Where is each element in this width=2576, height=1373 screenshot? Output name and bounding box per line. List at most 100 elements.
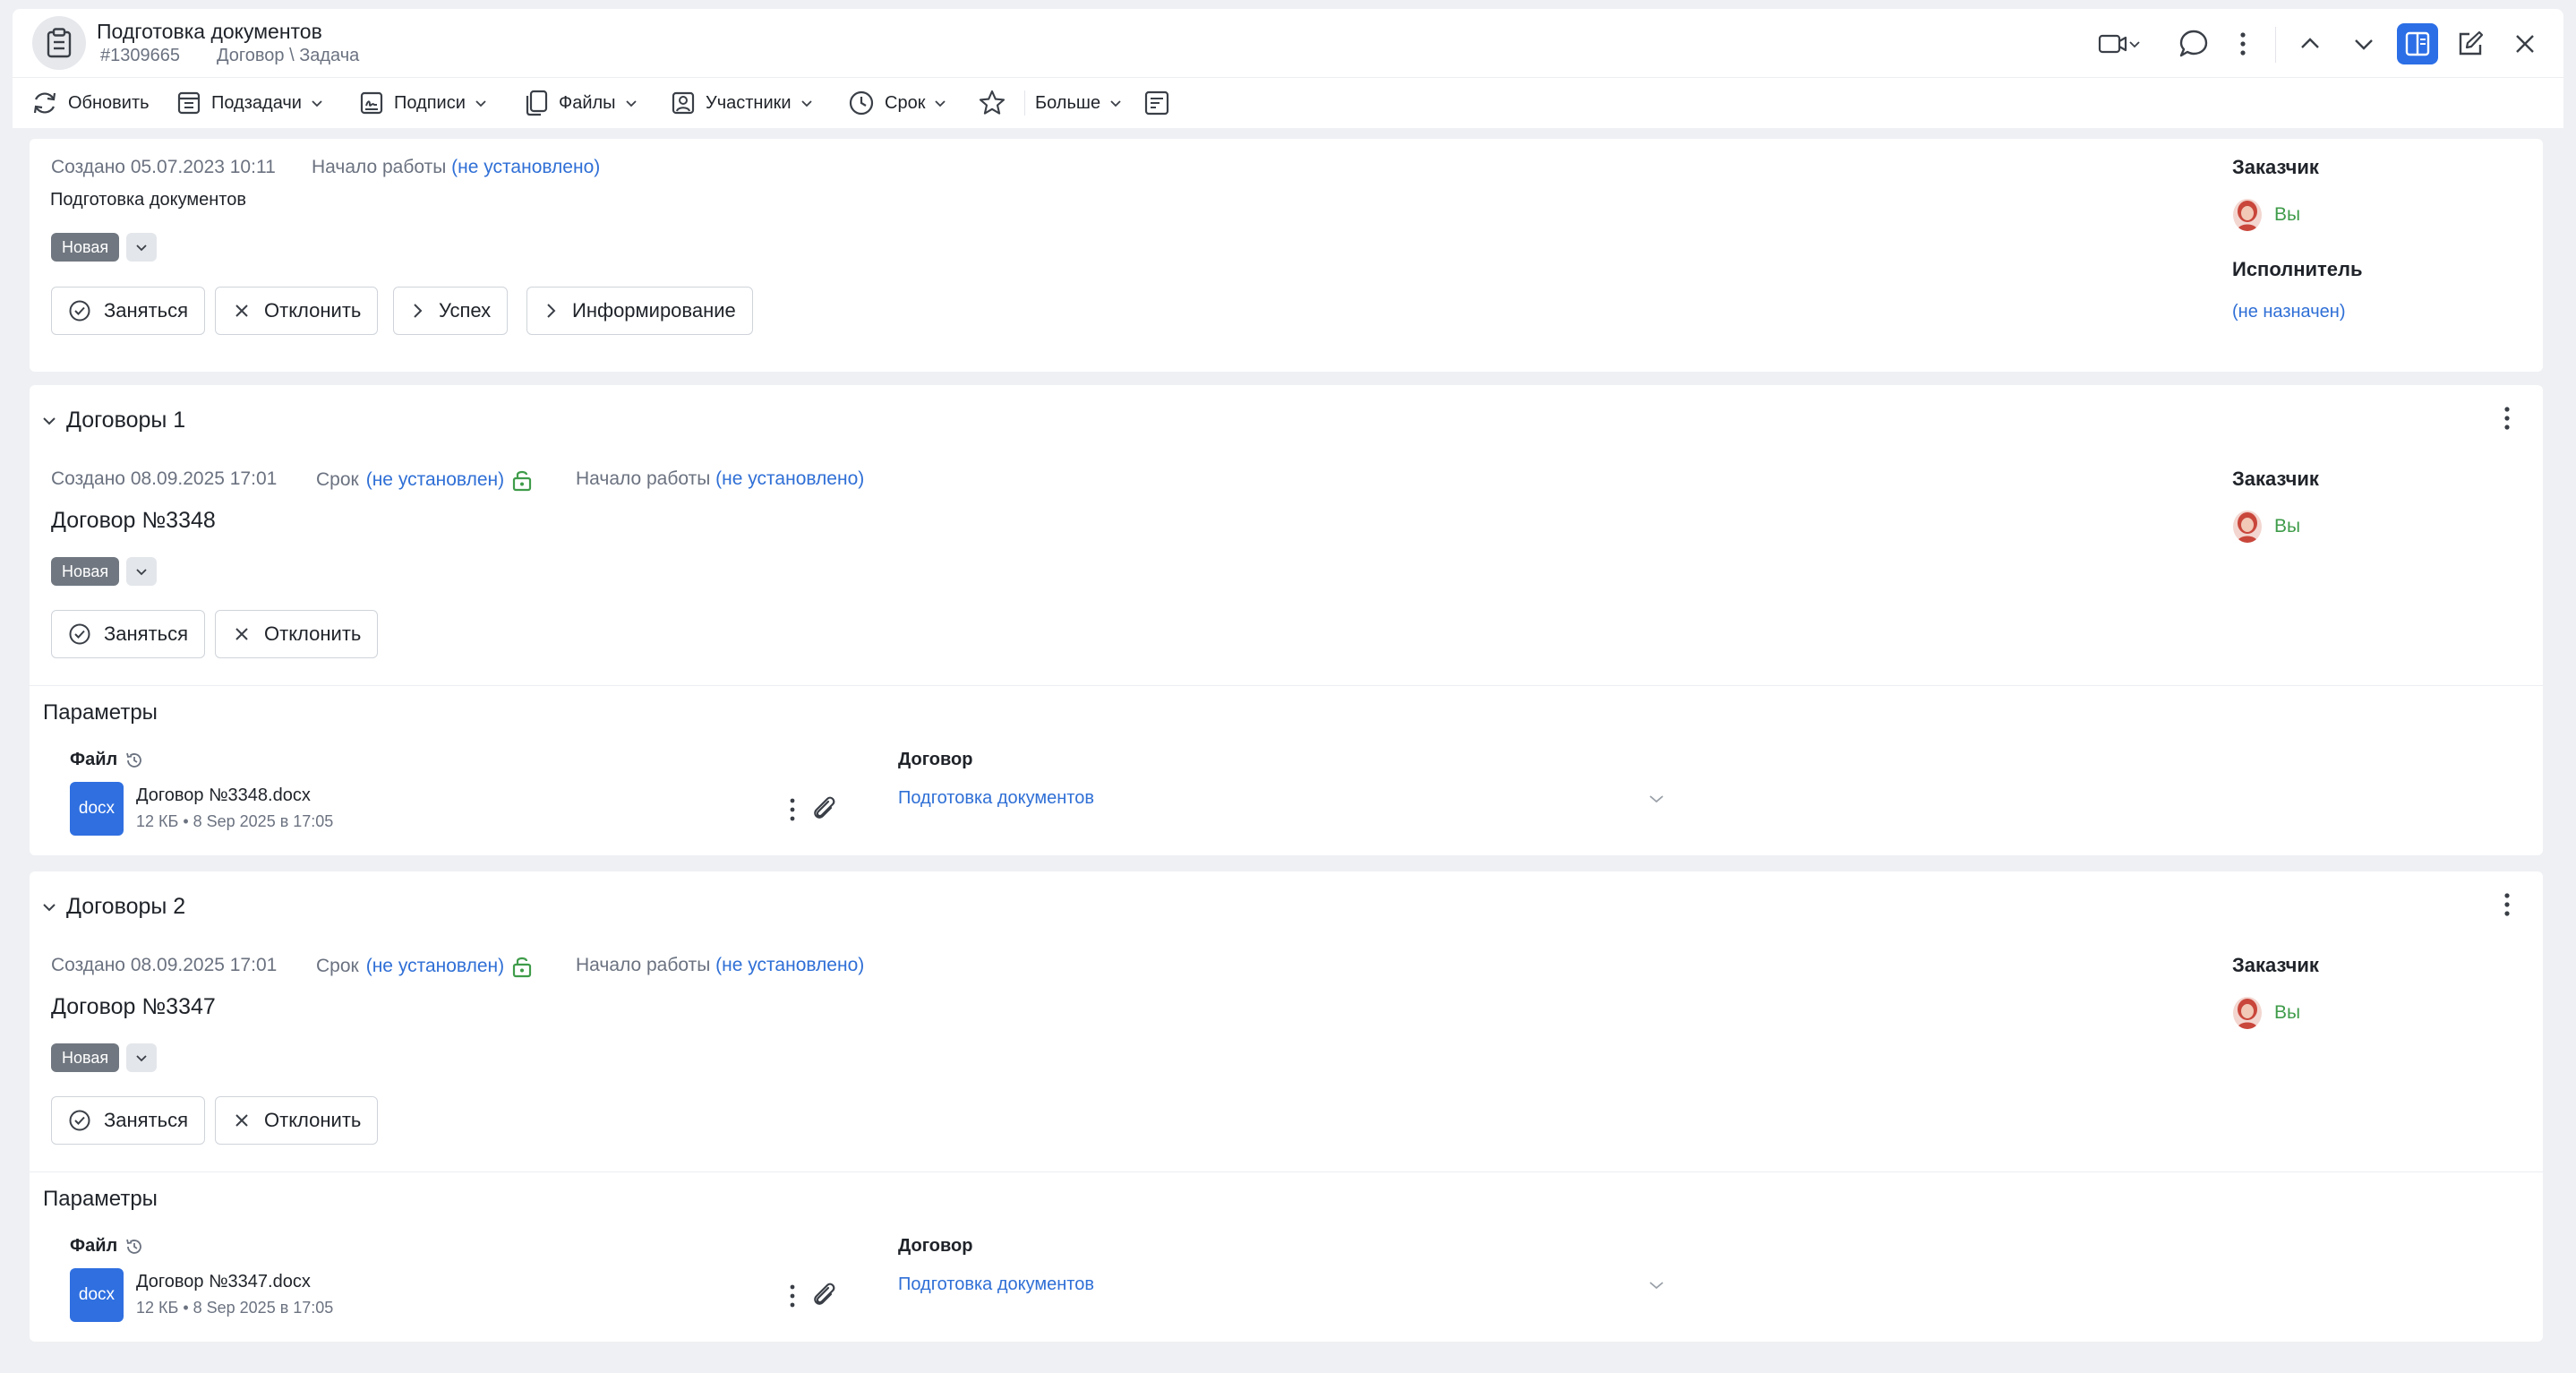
edit-icon [2456,30,2485,58]
subtasks-label: Подзадачи [211,92,302,113]
deadline-menu[interactable]: Срок [847,86,946,120]
created-date: Создано 08.09.2025 17:01 [51,955,278,975]
docx-file-icon[interactable]: docx [70,1268,124,1322]
file-more-button[interactable] [788,1283,797,1309]
reject-button[interactable]: Отклонить [215,610,379,658]
customer-label: Заказчик [2232,468,2319,490]
section-toggle[interactable]: Договоры 1 [41,408,185,433]
status-dropdown[interactable] [126,557,157,586]
close-button[interactable] [2504,23,2546,64]
section-more-button[interactable] [2503,405,2512,432]
form-view-button[interactable] [1143,86,1171,120]
customer-name: Вы [2274,204,2301,225]
avatar [2233,511,2262,543]
refresh-icon [30,89,59,117]
status-dropdown[interactable] [126,233,157,262]
take-button[interactable]: Заняться [51,1096,206,1145]
files-menu[interactable]: Файлы [523,86,638,120]
section-more-button[interactable] [2503,891,2512,918]
reject-label: Отклонить [264,299,362,322]
lock-icon[interactable] [511,955,533,978]
signature-icon [358,90,385,116]
history-icon[interactable] [124,751,144,770]
status-badge[interactable]: Новая [51,233,120,262]
customer[interactable]: Вы [2233,511,2300,543]
refresh-button[interactable]: Обновить [30,86,150,120]
divider [2275,27,2276,63]
take-button[interactable]: Заняться [51,287,206,335]
edit-button[interactable] [2450,23,2491,64]
paperclip-icon [810,1281,839,1309]
split-view-button[interactable] [2397,23,2438,64]
chat-icon [2177,28,2209,60]
chevron-down-icon [41,899,57,915]
status-dropdown[interactable] [126,1043,157,1072]
chevron-down-icon [1647,1277,1665,1293]
success-label: Успех [439,299,492,322]
video-call-button[interactable] [2092,23,2147,64]
take-label: Заняться [104,299,189,322]
x-icon [232,1111,252,1130]
participants-menu[interactable]: Участники [670,86,813,120]
signatures-menu[interactable]: Подписи [358,86,487,120]
breadcrumb[interactable]: Договор \ Задача [217,46,359,66]
customer[interactable]: Вы [2233,199,2300,231]
check-circle-icon [68,299,91,322]
reject-label: Отклонить [264,622,362,645]
params-title: Параметры [43,1187,158,1211]
contract-select-toggle[interactable] [1647,791,1665,807]
section-title: Договоры 2 [66,894,186,919]
contract-column-header: Договор [898,750,973,769]
history-icon[interactable] [124,1237,144,1257]
take-label: Заняться [104,622,189,645]
params-title: Параметры [43,700,158,725]
start-value[interactable]: (не установлено) [715,468,864,489]
previous-task-button[interactable] [2290,23,2330,64]
split-view-icon [2404,30,2431,57]
start-value[interactable]: (не установлено) [715,955,864,975]
chat-button[interactable] [2172,23,2213,64]
reject-button[interactable]: Отклонить [215,287,379,335]
deadline-value[interactable]: (не установлен) [366,469,504,491]
customer-name: Вы [2274,1002,2301,1023]
ticket-id: #1309665 [100,46,180,65]
lock-icon[interactable] [511,468,533,492]
page-title: Подготовка документов [97,20,322,43]
section-toggle[interactable]: Договоры 2 [41,894,185,920]
file-meta: 12 КБ • 8 Sep 2025 в 17:05 [136,1299,334,1317]
file-name[interactable]: Договор №3348.docx [136,785,311,806]
favorite-button[interactable] [978,86,1006,120]
docx-file-icon[interactable]: docx [70,782,124,836]
success-button[interactable]: Успех [393,287,509,335]
customer[interactable]: Вы [2233,997,2300,1029]
customer-name: Вы [2274,516,2301,536]
chevron-right-icon [543,301,560,321]
contract-select-value[interactable]: Подготовка документов [898,1274,1094,1295]
status-badge[interactable]: Новая [51,557,120,586]
contract-select-toggle[interactable] [1647,1277,1665,1293]
more-menu[interactable]: Больше [1035,86,1122,120]
chevron-down-icon [1109,97,1122,109]
start-label: Начало работы [576,468,711,489]
chevron-down-icon [934,97,946,109]
take-button[interactable]: Заняться [51,610,206,658]
attach-button[interactable] [810,1281,839,1309]
file-more-button[interactable] [788,797,797,822]
deadline-value[interactable]: (не установлен) [366,956,504,977]
customer-label: Заказчик [2232,954,2319,976]
chevron-down-icon [135,241,148,253]
subtasks-menu[interactable]: Подзадачи [175,86,323,120]
start-value[interactable]: (не установлено) [451,157,600,177]
deadline-label: Срок [885,92,926,113]
file-name[interactable]: Договор №3347.docx [136,1272,311,1292]
attach-button[interactable] [810,794,839,823]
next-task-button[interactable] [2344,23,2383,64]
header-more-button[interactable] [2229,23,2256,64]
assignee-value[interactable]: (не назначен) [2232,302,2345,322]
inform-button[interactable]: Информирование [526,287,753,335]
status-badge[interactable]: Новая [51,1043,120,1072]
chevron-down-icon [135,1051,148,1064]
signatures-label: Подписи [394,92,466,113]
reject-button[interactable]: Отклонить [215,1096,379,1145]
contract-select-value[interactable]: Подготовка документов [898,788,1094,809]
